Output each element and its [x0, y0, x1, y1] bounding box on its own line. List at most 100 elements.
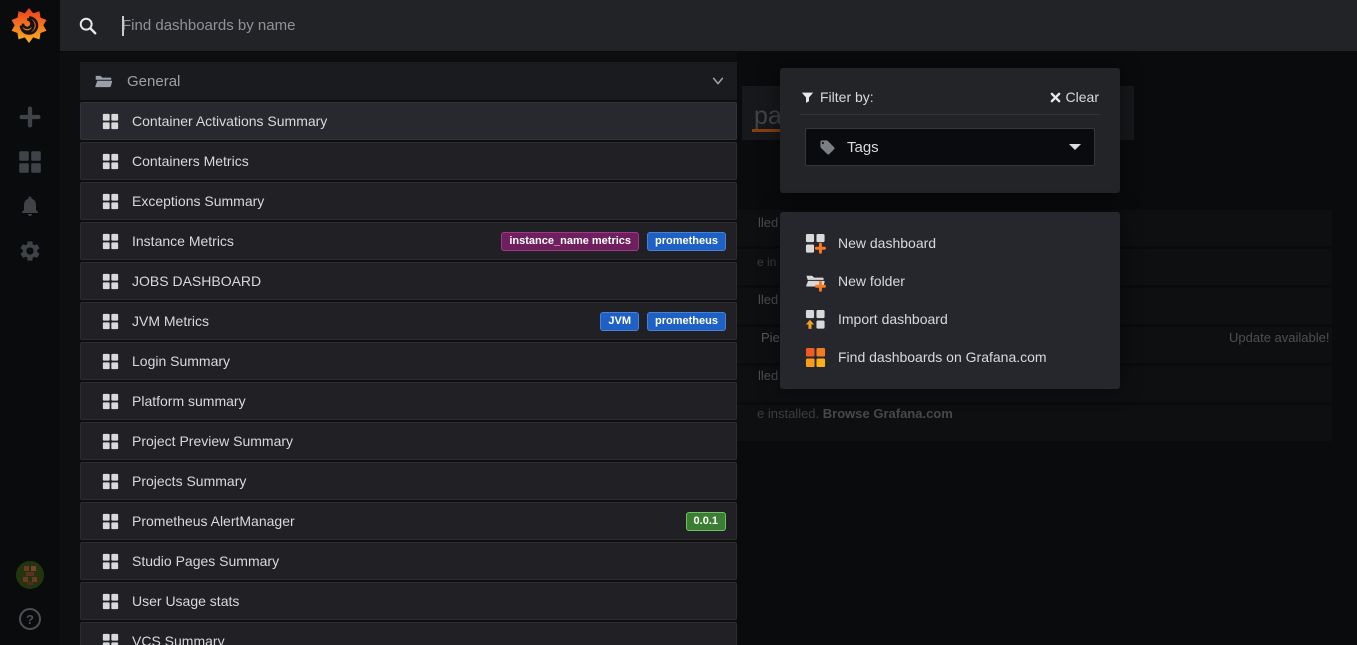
tag-icon: [819, 139, 836, 156]
dashboard-icon: [102, 313, 119, 330]
background-text-fragment: e in: [757, 255, 776, 269]
dashboard-list-item[interactable]: JVM Metrics JVM prometheus: [80, 302, 737, 340]
background-browse-link: Browse Grafana.com: [823, 406, 953, 421]
dashboard-title: Studio Pages Summary: [132, 553, 279, 569]
new-dashboard-icon: [805, 233, 826, 254]
dashboard-list-item[interactable]: Containers Metrics: [80, 142, 737, 180]
background-text-fragment: Pie: [761, 330, 780, 345]
dashboard-icon: [102, 273, 119, 290]
clear-label: Clear: [1066, 89, 1099, 105]
dashboard-list-item[interactable]: Platform summary: [80, 382, 737, 420]
alerting-button[interactable]: [18, 194, 42, 218]
plus-icon: [18, 105, 42, 129]
chevron-down-icon[interactable]: [711, 74, 725, 88]
tag-badge[interactable]: prometheus: [647, 312, 726, 331]
background-footer-fragment: e installed. Browse Grafana.com: [757, 406, 953, 421]
search-topbar: [60, 0, 1357, 52]
grafana-logo-icon: [9, 5, 49, 47]
divider: [800, 114, 1100, 115]
configuration-button[interactable]: [18, 239, 42, 263]
dashboard-icon: [102, 593, 119, 610]
create-button[interactable]: [18, 105, 42, 129]
funnel-icon: [801, 91, 814, 104]
dashboards-grid-icon: [18, 150, 42, 174]
dashboard-icon: [102, 553, 119, 570]
search-input[interactable]: [122, 17, 1357, 34]
close-icon: [1050, 92, 1061, 103]
clear-filters-button[interactable]: Clear: [1050, 89, 1099, 105]
dashboard-list-item[interactable]: Prometheus AlertManager 0.0.1: [80, 502, 737, 540]
dashboard-title: Project Preview Summary: [132, 433, 293, 449]
avatar-image: [16, 561, 44, 589]
version-badge: 0.0.1: [686, 512, 726, 531]
menu-item-label: New dashboard: [838, 235, 936, 251]
dashboard-title: VCS Summary: [132, 633, 225, 645]
dashboard-icon: [102, 433, 119, 450]
menu-item-label: Find dashboards on Grafana.com: [838, 349, 1047, 365]
background-text-fragment: lled: [758, 368, 778, 383]
dropdown-caret-icon: [1069, 144, 1081, 150]
dashboard-title: Exceptions Summary: [132, 193, 264, 209]
dashboard-title: Instance Metrics: [132, 233, 234, 249]
dashboard-icon: [102, 233, 119, 250]
dashboard-list-item[interactable]: Login Summary: [80, 342, 737, 380]
folder-name: General: [127, 73, 180, 90]
filter-panel: Filter by: Clear Tags: [780, 68, 1120, 193]
tag-badge[interactable]: instance_name metrics: [501, 232, 639, 251]
dashboard-title: JVM Metrics: [132, 313, 209, 329]
dashboard-title: Login Summary: [132, 353, 230, 369]
dashboard-icon: [102, 353, 119, 370]
dashboard-icon: [102, 513, 119, 530]
grafana-logo[interactable]: [9, 5, 49, 47]
user-avatar[interactable]: [16, 561, 44, 589]
gear-icon: [18, 239, 42, 263]
dashboard-list-item[interactable]: VCS Summary: [80, 622, 737, 645]
dashboard-title: Prometheus AlertManager: [132, 513, 295, 529]
dashboard-title: Projects Summary: [132, 473, 246, 489]
dashboard-icon: [102, 193, 119, 210]
menu-item-new-folder[interactable]: New folder: [780, 262, 1120, 300]
search-results-panel: General Container Activations Summary Co…: [80, 62, 737, 645]
dashboard-title: Containers Metrics: [132, 153, 249, 169]
grafana-com-icon: [805, 347, 826, 368]
help-button[interactable]: [19, 608, 41, 630]
filter-title: Filter by:: [820, 89, 874, 105]
dashboard-list-item[interactable]: Container Activations Summary: [80, 102, 737, 140]
text-caret: [122, 16, 124, 36]
dashboard-actions-menu: New dashboard New folder Import dashboar…: [780, 212, 1120, 389]
tag-badge[interactable]: prometheus: [647, 232, 726, 251]
menu-item-label: Import dashboard: [838, 311, 948, 327]
background-update-badge: Update available!: [1229, 330, 1329, 345]
background-installed-text: e installed.: [757, 406, 823, 421]
sidebar: [0, 0, 60, 645]
tag-badge[interactable]: JVM: [600, 312, 639, 331]
dashboard-icon: [102, 113, 119, 130]
folder-open-icon: [94, 72, 113, 91]
filter-header: Filter by: Clear: [801, 89, 1099, 105]
dashboard-icon: [102, 153, 119, 170]
background-text-fragment: lled: [758, 215, 778, 230]
dashboard-list-item[interactable]: Studio Pages Summary: [80, 542, 737, 580]
menu-item-new-dashboard[interactable]: New dashboard: [780, 224, 1120, 262]
dashboard-list-item[interactable]: Project Preview Summary: [80, 422, 737, 460]
bell-icon: [18, 194, 42, 218]
menu-item-label: New folder: [838, 273, 905, 289]
dashboard-list-item[interactable]: Instance Metrics instance_name metrics p…: [80, 222, 737, 260]
dashboard-icon: [102, 393, 119, 410]
dashboard-list-item[interactable]: JOBS DASHBOARD: [80, 262, 737, 300]
new-folder-icon: [805, 271, 826, 292]
tags-filter-select[interactable]: Tags: [805, 128, 1095, 166]
dashboard-list-item[interactable]: User Usage stats: [80, 582, 737, 620]
dashboard-list-item[interactable]: Projects Summary: [80, 462, 737, 500]
dashboards-button[interactable]: [18, 150, 42, 174]
dashboard-title: JOBS DASHBOARD: [132, 273, 261, 289]
dashboard-icon: [102, 473, 119, 490]
dashboard-list-item[interactable]: Exceptions Summary: [80, 182, 737, 220]
import-dashboard-icon: [805, 309, 826, 330]
menu-item-find-dashboards-grafana-com[interactable]: Find dashboards on Grafana.com: [780, 338, 1120, 376]
folder-section-header[interactable]: General: [80, 62, 737, 100]
background-text-fragment: lled: [758, 292, 778, 307]
dashboard-title: User Usage stats: [132, 593, 239, 609]
dashboard-title: Container Activations Summary: [132, 113, 327, 129]
menu-item-import-dashboard[interactable]: Import dashboard: [780, 300, 1120, 338]
